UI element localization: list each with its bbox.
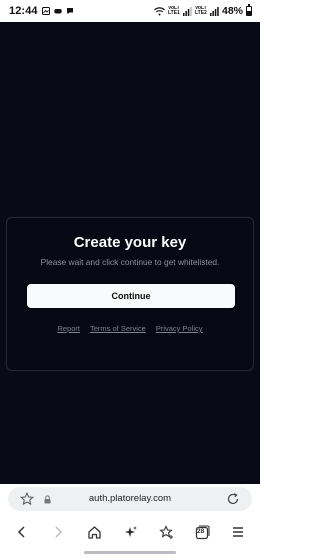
webpage-content: Create your key Please wait and click co… [0, 22, 260, 484]
add-bookmark-button[interactable] [155, 521, 177, 543]
volte-label-2: VoLTE LTE2 [194, 6, 207, 16]
address-bar-area: auth.platorelay.com [0, 484, 260, 514]
chevron-left-icon [17, 526, 25, 538]
battery-percent: 48% [221, 5, 243, 17]
sparkle-icon [124, 525, 137, 537]
wifi-icon [154, 6, 165, 15]
menu-button[interactable] [227, 521, 249, 543]
chat-notification-icon [66, 8, 73, 15]
signal-icon-2 [209, 6, 219, 16]
star-plus-icon [158, 524, 173, 539]
tabs-button[interactable]: 28 [191, 521, 213, 543]
home-icon [87, 525, 101, 539]
status-right: VoLTE LTE1 VoLTE LTE2 48% [154, 4, 252, 17]
chevron-right-icon [55, 526, 63, 538]
status-bar: 12:44 VoLTE LTE1 VoLTE LTE2 48% [0, 0, 260, 22]
battery-icon [246, 4, 252, 16]
card-title: Create your key [73, 234, 187, 251]
home-indicator[interactable] [84, 551, 176, 554]
continue-button[interactable]: Continue [27, 284, 235, 308]
address-bar[interactable]: auth.platorelay.com [8, 487, 252, 511]
home-button[interactable] [83, 521, 105, 543]
forward-button[interactable] [47, 521, 69, 543]
status-time: 12:44 [9, 5, 38, 17]
report-link[interactable]: Report [57, 324, 80, 333]
status-left: 12:44 [9, 5, 74, 17]
footer-links: Report Terms of Service Privacy Policy [7, 324, 253, 333]
privacy-policy-link[interactable]: Privacy Policy [156, 324, 203, 333]
game-notification-icon [53, 9, 62, 14]
reload-icon[interactable] [226, 492, 240, 506]
volte-label-1: VoLTE LTE1 [167, 6, 180, 16]
signal-icon-1 [182, 6, 192, 16]
gallery-notification-icon [41, 7, 50, 15]
url-text[interactable]: auth.platorelay.com [8, 493, 252, 504]
hamburger-menu-icon [233, 527, 243, 537]
ai-assistant-button[interactable] [119, 521, 141, 543]
terms-of-service-link[interactable]: Terms of Service [90, 324, 146, 333]
tab-count: 28 [197, 528, 205, 535]
key-card: Create your key Please wait and click co… [6, 217, 254, 371]
card-subtitle: Please wait and click continue to get wh… [40, 257, 220, 267]
back-button[interactable] [11, 521, 33, 543]
